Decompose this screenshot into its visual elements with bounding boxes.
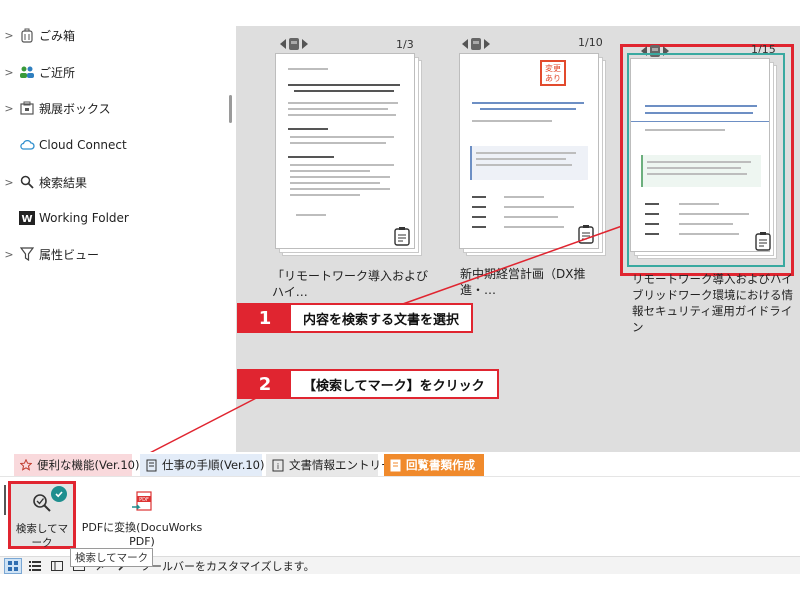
info-icon: i [272, 459, 284, 472]
svg-text:i: i [277, 462, 279, 471]
app-window: > ごみ箱 > ご近所 > 親展ボックス Cloud Connect > 検索結… [0, 0, 800, 600]
tooltip: 検索してマーク [70, 548, 154, 567]
tree-item-label: 属性ビュー [39, 247, 100, 262]
tree-item-label: 検索結果 [39, 175, 88, 190]
ribbon-tabs: 便利な機能(Ver.10) 仕事の手順(Ver.10) i 文書情報エントリー … [0, 452, 800, 478]
tab-label: 仕事の手順(Ver.10) [162, 458, 265, 472]
callout-text: 【検索してマーク】をクリック [303, 378, 485, 394]
tree-item-label: ご近所 [39, 65, 76, 80]
tab-useful-features[interactable]: 便利な機能(Ver.10) [14, 454, 139, 476]
neighbors-icon [18, 63, 36, 81]
callout-step-1: 1 内容を検索する文書を選択 [237, 303, 474, 333]
page-count: 1/3 [396, 38, 414, 51]
tree-item-trash[interactable]: > ごみ箱 [0, 24, 75, 46]
detail-view-icon[interactable] [48, 558, 66, 574]
search-mark-icon [11, 486, 73, 516]
list-view-icon[interactable] [26, 558, 44, 574]
check-badge-icon [51, 486, 67, 502]
pdf-icon: PDF [80, 491, 204, 515]
tree-item-attribute-view[interactable]: > 属性ビュー [0, 243, 99, 265]
ribbon-toolbar: 検索してマーク PDF PDFに変換(DocuWorks PDF) [0, 476, 800, 556]
tree-item-cloud-connect[interactable]: Cloud Connect [0, 134, 127, 156]
chevron-right-icon[interactable]: > [0, 29, 18, 42]
document-thumbnail-selected[interactable]: 1/15 [620, 43, 794, 276]
document-page: 変更あり [459, 53, 599, 249]
document-title: 「リモートワーク導入およびハイ… [272, 269, 429, 299]
button-label: 検索してマーク [15, 523, 69, 549]
memo-icon [394, 226, 410, 246]
procedure-icon [146, 459, 157, 472]
confidential-box-icon [18, 99, 36, 117]
tree-item-confidential-box[interactable]: > 親展ボックス [0, 97, 111, 119]
cloud-icon [18, 136, 36, 154]
filter-icon [18, 245, 36, 263]
callout-number: 2 [239, 371, 291, 397]
tree-item-label: Working Folder [39, 211, 129, 225]
tab-circulation-docs[interactable]: 回覧書類作成 [384, 454, 484, 476]
search-icon [18, 173, 36, 191]
tree-item-working-folder[interactable]: W Working Folder [0, 207, 129, 229]
tab-label: 便利な機能(Ver.10) [37, 458, 140, 472]
tree-item-search-results[interactable]: > 検索結果 [0, 171, 87, 193]
tree-item-label: 親展ボックス [39, 101, 111, 116]
folder-tree-sidebar: > ごみ箱 > ご近所 > 親展ボックス Cloud Connect > 検索結… [0, 0, 236, 452]
chevron-right-icon[interactable]: > [0, 66, 18, 79]
chevron-right-icon[interactable]: > [0, 102, 18, 115]
tab-work-procedure[interactable]: 仕事の手順(Ver.10) [140, 454, 265, 476]
button-label: PDFに変換(DocuWorks PDF) [81, 521, 203, 548]
document-thumbnail[interactable]: 1/10 変更あり 新中期経営計画（DX推進・… [456, 34, 616, 334]
chevron-right-icon[interactable]: > [0, 176, 18, 189]
tree-item-label: ごみ箱 [39, 28, 76, 43]
page-count: 1/10 [578, 36, 603, 49]
memo-icon [755, 231, 771, 251]
svg-text:W: W [21, 214, 32, 225]
star-icon [20, 459, 32, 471]
tab-label: 文書情報エントリー [289, 458, 393, 472]
thumbnail-view-icon[interactable] [4, 557, 22, 574]
trash-icon [18, 26, 36, 44]
tab-label: 回覧書類作成 [406, 458, 475, 472]
callout-number: 1 [239, 305, 291, 331]
document-page [275, 53, 415, 249]
chevron-right-icon[interactable]: > [0, 248, 18, 261]
document-page [630, 58, 770, 252]
search-and-mark-button[interactable]: 検索してマーク [8, 481, 76, 549]
sidebar-scrollbar[interactable] [229, 95, 232, 123]
convert-to-pdf-button[interactable]: PDF PDFに変換(DocuWorks PDF) [80, 481, 204, 549]
document-title: リモートワーク導入およびハイブリッドワーク環境における情報セキュリティ運用ガイド… [632, 272, 793, 334]
revision-stamp: 変更あり [540, 60, 566, 86]
callout-text: 内容を検索する文書を選択 [303, 312, 460, 328]
status-message: ツールバーをカスタマイズします。 [140, 559, 315, 573]
circulation-icon [390, 459, 401, 472]
document-thumbnail[interactable]: 1/3 「リモートワーク導入およびハイ… [272, 34, 432, 334]
tree-item-neighbors[interactable]: > ご近所 [0, 61, 75, 83]
memo-icon [578, 224, 594, 244]
tree-item-label: Cloud Connect [39, 138, 127, 152]
callout-step-2: 2 【検索してマーク】をクリック [237, 369, 499, 399]
svg-text:PDF: PDF [139, 497, 149, 503]
tab-document-info-entry[interactable]: i 文書情報エントリー [266, 454, 393, 476]
document-title: 新中期経営計画（DX推進・… [460, 267, 586, 297]
working-folder-icon: W [18, 209, 36, 227]
